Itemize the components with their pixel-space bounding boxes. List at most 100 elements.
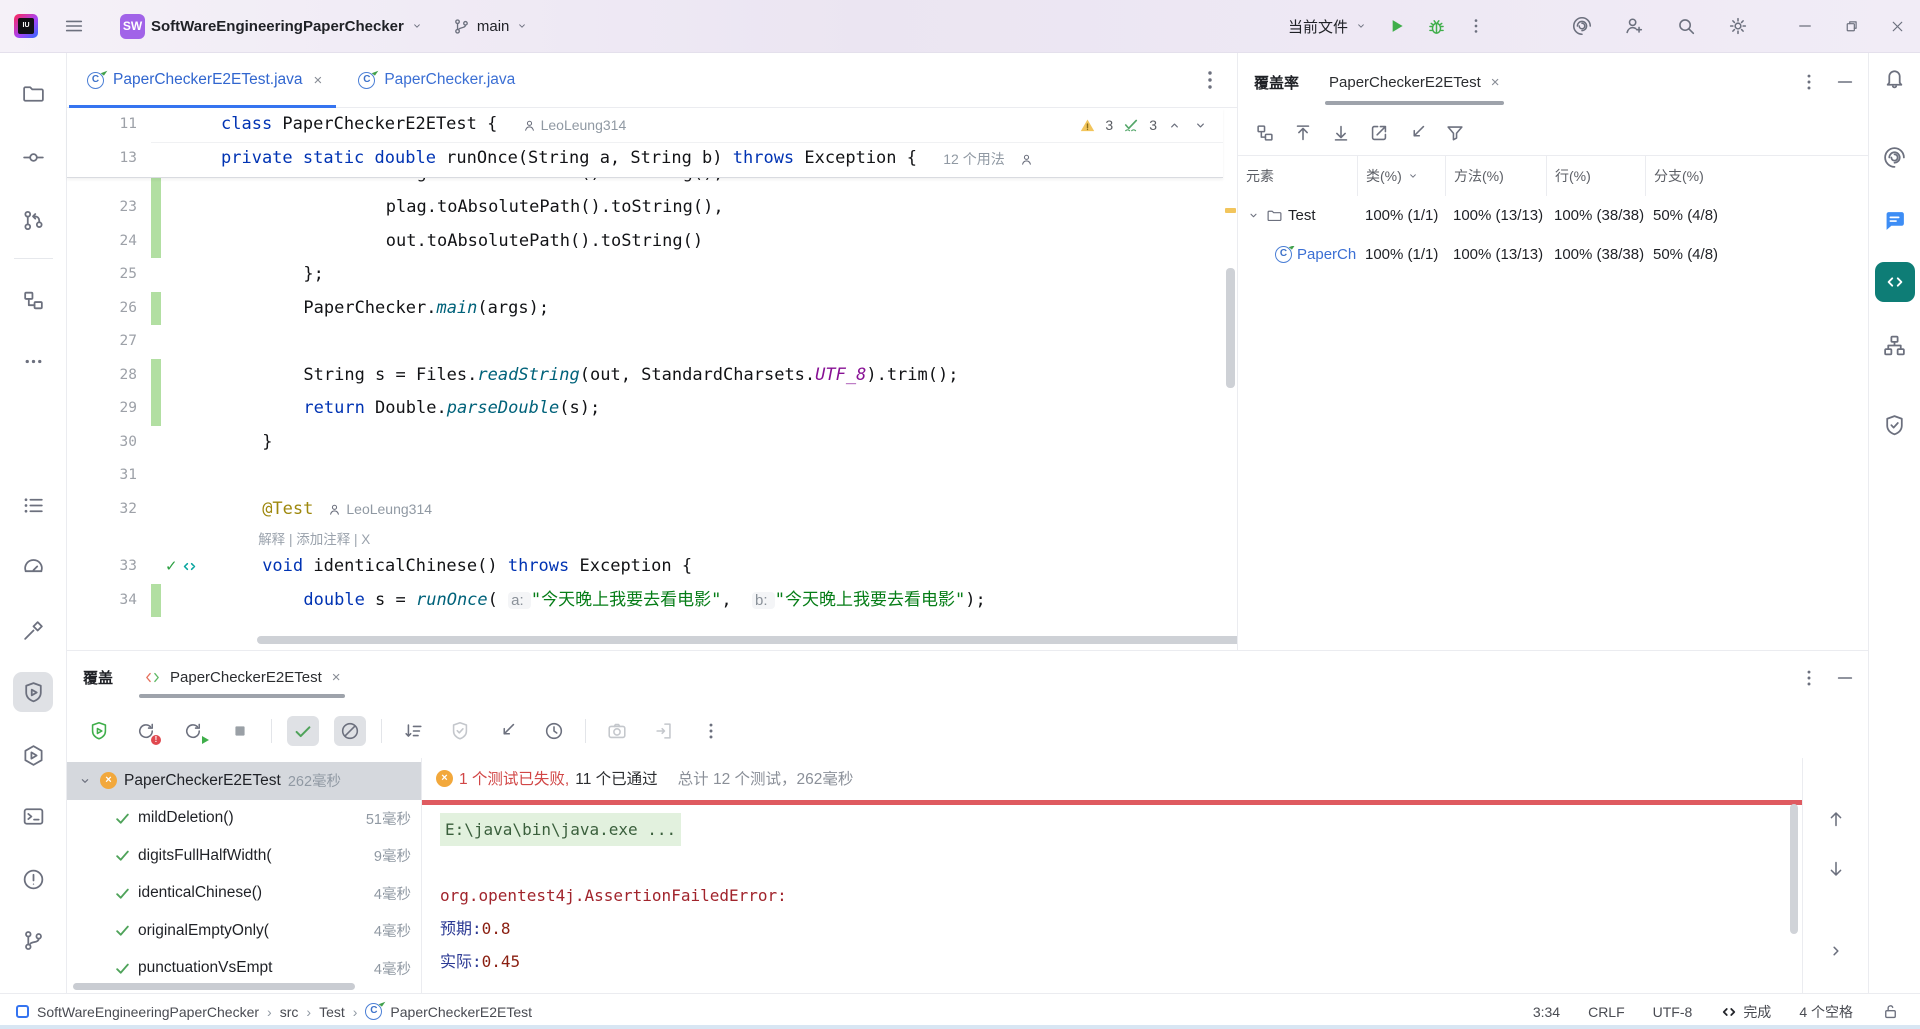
code-line[interactable]: 25};: [67, 258, 1223, 292]
code-line[interactable]: 33 ✓ void identicalChinese() throws Except…: [67, 550, 1223, 584]
lock-icon[interactable]: [1881, 1002, 1900, 1021]
close-icon[interactable]: ×: [314, 72, 323, 89]
more-run-options-button[interactable]: [1458, 8, 1494, 44]
coverage-row[interactable]: Test 100% (1/1) 100% (13/13) 100% (38/38) 50…: [1238, 196, 1868, 235]
settings-button[interactable]: [1720, 8, 1756, 44]
window-restore-button[interactable]: [1828, 6, 1874, 46]
filter-button[interactable]: [1444, 122, 1466, 144]
run-tests-tool-button[interactable]: [13, 672, 53, 712]
test-tree-row[interactable]: × PaperCheckerE2ETest 262毫秒: [67, 762, 421, 800]
options-kebab-icon[interactable]: [1798, 667, 1820, 689]
expand-icon[interactable]: [1825, 940, 1847, 962]
main-menu-button[interactable]: [56, 8, 92, 44]
test-passed-run-icon[interactable]: ✓: [165, 559, 178, 574]
commit-tool-button[interactable]: [13, 137, 53, 177]
coverage-details-tool-button[interactable]: [1874, 262, 1915, 302]
editor-tab-options-button[interactable]: [1197, 67, 1223, 93]
rerun-coverage-button[interactable]: [83, 716, 115, 746]
todo-tool-button[interactable]: [13, 485, 53, 525]
breadcrumb-item[interactable]: Test: [319, 1004, 345, 1020]
search-everywhere-button[interactable]: [1668, 8, 1704, 44]
code-line[interactable]: 23 plag.toAbsolutePath().toString(),: [67, 191, 1223, 225]
coverage-panel-tab[interactable]: PaperCheckerE2ETest ×: [1325, 53, 1504, 111]
coverage-marker-icon[interactable]: [181, 558, 198, 575]
code-line[interactable]: 29 return Double.parseDouble(s);: [67, 392, 1223, 426]
notifications-tool-button[interactable]: [1875, 57, 1915, 97]
test-tree-row[interactable]: identicalChinese() 4毫秒: [67, 875, 421, 913]
code-line[interactable]: 13 private static double runOnce(String a…: [67, 142, 1223, 176]
close-icon[interactable]: ×: [1491, 74, 1500, 91]
previous-occurrence-icon[interactable]: [1825, 808, 1847, 830]
project-tool-button[interactable]: [13, 73, 53, 113]
rerun-failed-button[interactable]: !: [130, 716, 162, 746]
import-report-button[interactable]: [1406, 122, 1428, 144]
debug-button[interactable]: [1418, 8, 1454, 44]
editor-tab-0[interactable]: C PaperCheckerE2ETest.java ×: [67, 53, 338, 108]
terminal-tool-button[interactable]: [13, 796, 53, 836]
inspections-widget[interactable]: 33: [1071, 108, 1209, 142]
show-passed-toggle[interactable]: [287, 716, 319, 746]
ai-assistant-tool-button[interactable]: [1875, 137, 1915, 177]
problems-tool-button[interactable]: [13, 859, 53, 899]
indent-setting[interactable]: 4 个空格: [1799, 1002, 1853, 1022]
caret-position[interactable]: 3:34: [1533, 1004, 1560, 1020]
previous-problem-icon[interactable]: [1166, 117, 1183, 134]
test-tree-row[interactable]: digitsFullHalfWidth(9毫秒: [67, 837, 421, 875]
structure-tool-button[interactable]: [13, 280, 53, 320]
test-history-button[interactable]: [538, 716, 570, 746]
pull-requests-tool-button[interactable]: [13, 200, 53, 240]
options-kebab-icon[interactable]: [1798, 71, 1820, 93]
expanded-chevron-icon[interactable]: [1246, 208, 1261, 223]
code-line[interactable]: 34 double s = runOnce( a: "今天晚上我要去看电影", b…: [67, 583, 1223, 617]
breadcrumb-item[interactable]: PaperCheckerE2ETest: [390, 1004, 532, 1020]
security-tool-button[interactable]: [1875, 405, 1915, 445]
column-header-3[interactable]: 行(%): [1546, 156, 1645, 196]
console-vertical-scrollbar[interactable]: [1790, 804, 1798, 934]
export-report-button[interactable]: [1368, 122, 1390, 144]
code-line[interactable]: 24 out.toAbsolutePath().toString(): [67, 224, 1223, 258]
analysis-status[interactable]: 完成: [1720, 1002, 1771, 1022]
hide-panel-icon[interactable]: [1834, 667, 1856, 689]
code-line[interactable]: 31: [67, 459, 1223, 493]
git-tool-button[interactable]: [13, 920, 53, 960]
run-configuration-select[interactable]: 当前文件: [1282, 8, 1374, 44]
stop-button[interactable]: [224, 716, 256, 746]
navigate-up-button[interactable]: [1292, 122, 1314, 144]
column-header-0[interactable]: 元素: [1238, 156, 1357, 196]
run-button[interactable]: [1378, 8, 1414, 44]
test-tree-row[interactable]: punctuationVsEmpt 4毫秒: [67, 950, 421, 988]
code-line[interactable]: 27: [67, 325, 1223, 359]
author-inlay[interactable]: LeoLeung314: [522, 117, 626, 133]
code-line[interactable]: 30}: [67, 426, 1223, 460]
line-ending[interactable]: CRLF: [1588, 1004, 1625, 1020]
expanded-chevron-icon[interactable]: [77, 773, 93, 789]
next-occurrence-icon[interactable]: [1825, 858, 1847, 880]
author-inlay[interactable]: LeoLeung314: [327, 501, 432, 517]
column-header-1[interactable]: 类(%): [1357, 156, 1445, 196]
project-widget[interactable]: SW SoftWareEngineeringPaperChecker: [114, 8, 430, 44]
more-options-button[interactable]: [695, 716, 727, 746]
services-tool-button[interactable]: [13, 735, 53, 775]
window-minimize-button[interactable]: [1782, 6, 1828, 46]
code-line[interactable]: 11 class PaperCheckerE2ETest { LeoLeung31…: [67, 108, 1223, 142]
chat-tool-button[interactable]: [1875, 200, 1915, 240]
coverage-options-button[interactable]: [444, 716, 476, 746]
test-console[interactable]: × 1 个测试已失败, 11 个已通过 总计 12 个测试，262毫秒 E:\j…: [422, 758, 1802, 993]
breadcrumb-item[interactable]: src: [280, 1004, 299, 1020]
import-results-button[interactable]: [491, 716, 523, 746]
coverage-row[interactable]: C PaperCh 100% (1/1) 100% (13/13) 100% (38/3…: [1238, 235, 1868, 274]
show-ignored-toggle[interactable]: [334, 716, 366, 746]
test-tree-row[interactable]: mildDeletion() 51毫秒: [67, 800, 421, 838]
code-with-me-button[interactable]: [1616, 8, 1652, 44]
column-header-4[interactable]: 分支(%): [1645, 156, 1868, 196]
window-close-button[interactable]: [1874, 6, 1920, 46]
vcs-widget[interactable]: main: [446, 8, 536, 44]
code-line[interactable]: 26 PaperChecker.main(args);: [67, 291, 1223, 325]
breadcrumb[interactable]: SoftWareEngineeringPaperChecker src Test CP…: [16, 1003, 532, 1020]
rerun-button[interactable]: [177, 716, 209, 746]
dependencies-tool-button[interactable]: [1875, 325, 1915, 365]
ai-assistant-button[interactable]: [1564, 8, 1600, 44]
code-line[interactable]: 32 @Test LeoLeung314: [67, 493, 1223, 527]
editor-vertical-scrollbar[interactable]: [1223, 108, 1237, 661]
next-problem-icon[interactable]: [1192, 117, 1209, 134]
